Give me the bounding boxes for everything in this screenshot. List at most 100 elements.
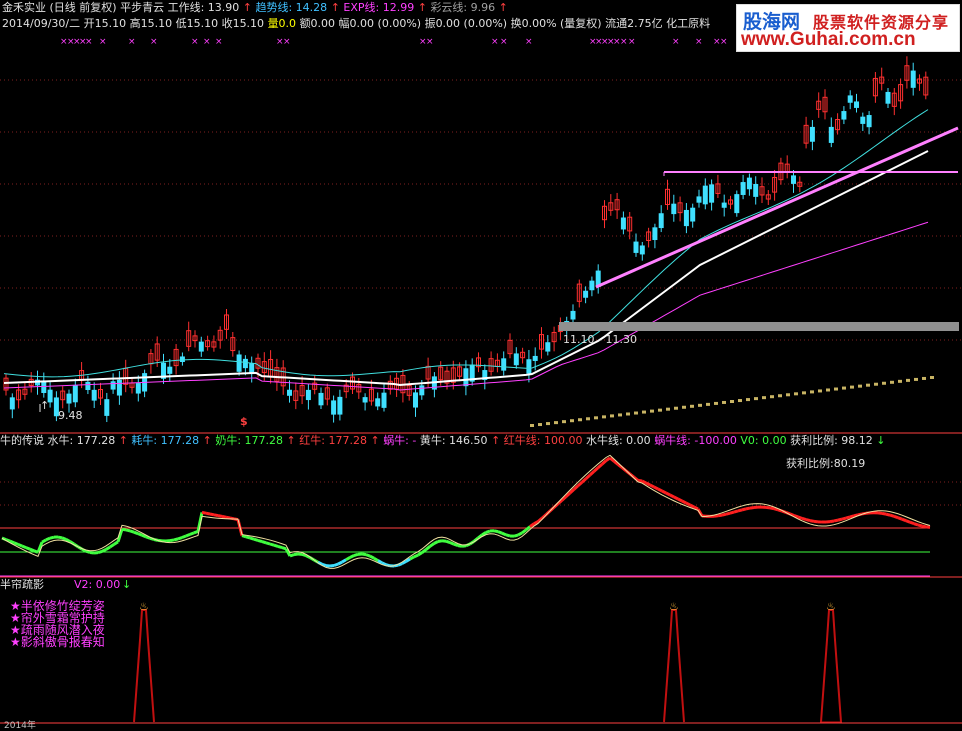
dotted-channel-754 xyxy=(754,397,758,400)
candle-body-53 xyxy=(338,397,342,414)
oscillator-seg-64 xyxy=(258,540,262,541)
oscillator-seg-60 xyxy=(242,536,246,537)
candle-body-114 xyxy=(722,203,726,207)
oscillator-seg-53 xyxy=(214,515,218,516)
oscillator-seg-26 xyxy=(106,547,110,549)
candle-body-131 xyxy=(829,127,833,142)
oscillator-seg-31 xyxy=(126,530,130,531)
candle-body-59 xyxy=(376,399,380,406)
oscillator-seg-12 xyxy=(50,537,54,538)
candle-body-128 xyxy=(810,127,814,141)
oscillator-seg-228 xyxy=(914,524,918,525)
kline-chart[interactable]: ×××××××××××××××××××××××××××××♨♨♨ xyxy=(0,0,962,728)
oscillator-seg-10 xyxy=(42,540,46,542)
oscillator-seg-42 xyxy=(170,540,174,541)
oscillator-seg-226 xyxy=(906,521,910,523)
oscillator-seg-114 xyxy=(458,546,462,547)
dotted-channel-810 xyxy=(810,390,814,393)
oscillator-seg-46 xyxy=(186,534,190,536)
oscillator-seg-32 xyxy=(130,531,134,532)
yellow-bull-line xyxy=(2,455,930,568)
oscillator-seg-5 xyxy=(22,546,26,548)
candle-body-16 xyxy=(105,400,109,416)
dotted-channel-570 xyxy=(570,419,574,422)
indicator1-field-15: 获利比例: 98.12 xyxy=(790,434,876,447)
indicator1-field-14: V0: 0.00 xyxy=(740,434,790,447)
dotted-channel-746 xyxy=(746,398,750,401)
oscillator-seg-3 xyxy=(14,543,18,545)
oscillator-seg-62 xyxy=(250,538,254,539)
dotted-channel-530 xyxy=(530,424,534,427)
low-price-pointer: ↑ xyxy=(40,399,49,412)
dotted-channel-850 xyxy=(850,386,854,389)
oscillator-seg-34 xyxy=(138,534,142,536)
year-label: 2014年 xyxy=(4,718,36,731)
candle-body-66 xyxy=(420,386,424,395)
oscillator-seg-181 xyxy=(726,513,730,514)
spike-3 xyxy=(821,610,841,722)
trend-line xyxy=(4,110,928,377)
oscillator-seg-159 xyxy=(638,480,642,481)
candle-body-65 xyxy=(414,393,418,407)
dotted-channel-538 xyxy=(538,423,542,426)
oscillator-seg-125 xyxy=(502,533,506,535)
oscillator-seg-124 xyxy=(498,532,502,534)
oscillator-seg-183 xyxy=(734,511,738,512)
oscillator-seg-187 xyxy=(750,508,754,509)
spike-2-flame: ♨ xyxy=(669,600,679,613)
candle-body-45 xyxy=(288,390,292,395)
oscillator-seg-88 xyxy=(354,554,358,555)
dotted-channel-866 xyxy=(866,384,870,387)
oscillator-seg-208 xyxy=(834,520,838,521)
oscillator-seg-51 xyxy=(206,513,210,514)
signal-mark-17: × xyxy=(525,37,533,47)
candle-body-93 xyxy=(590,281,594,290)
oscillator-seg-229 xyxy=(918,525,922,526)
candle-body-84 xyxy=(533,356,537,360)
oscillator-seg-73 xyxy=(294,554,298,555)
dotted-channel-730 xyxy=(730,400,734,403)
oscillator-seg-68 xyxy=(274,545,278,546)
oscillator-seg-69 xyxy=(278,546,282,547)
oscillator-seg-186 xyxy=(746,508,750,509)
candle-body-136 xyxy=(861,117,865,123)
dotted-channel-834 xyxy=(834,388,838,391)
oscillator-seg-170 xyxy=(682,501,686,503)
oscillator-seg-93 xyxy=(374,558,378,560)
signal-mark-4: × xyxy=(85,37,93,47)
spike-3-flame: ♨ xyxy=(826,600,836,613)
candle-body-48 xyxy=(306,390,310,399)
oscillator-seg-222 xyxy=(890,515,894,516)
oscillator-seg-162 xyxy=(650,485,654,487)
oscillator-seg-225 xyxy=(902,519,906,521)
indicator1-field-13: 蜗牛线: -100.00 xyxy=(654,434,740,447)
oscillator-seg-7 xyxy=(30,549,34,551)
oscillator-seg-44 xyxy=(178,538,182,539)
oscillator-seg-223 xyxy=(894,516,898,517)
dotted-channel-602 xyxy=(602,415,606,418)
oscillator-seg-70 xyxy=(282,548,286,549)
oscillator-seg-14 xyxy=(58,537,62,538)
oscillator-seg-28 xyxy=(114,542,118,545)
oscillator-seg-106 xyxy=(426,546,430,549)
oscillator-seg-83 xyxy=(334,564,338,565)
dotted-channel-930 xyxy=(930,376,934,379)
dotted-channel-586 xyxy=(586,417,590,420)
oscillator-seg-92 xyxy=(370,556,374,558)
rising-rail-line xyxy=(596,128,958,287)
oscillator-seg-115 xyxy=(462,546,466,547)
candle-body-13 xyxy=(86,382,90,389)
oscillator-seg-171 xyxy=(686,503,690,505)
candle-body-119 xyxy=(754,184,758,196)
dotted-channel-610 xyxy=(610,414,614,417)
candle-body-104 xyxy=(659,214,663,228)
candle-body-10 xyxy=(67,394,71,403)
oscillator-seg-55 xyxy=(222,516,226,517)
dotted-channel-818 xyxy=(818,389,822,392)
candle-body-79 xyxy=(502,359,506,370)
dollar-marker: $ xyxy=(240,415,248,428)
oscillator-seg-112 xyxy=(450,543,454,545)
oscillator-seg-168 xyxy=(674,497,678,499)
oscillator-seg-147 xyxy=(590,471,594,475)
signal-mark-24: × xyxy=(628,37,636,47)
